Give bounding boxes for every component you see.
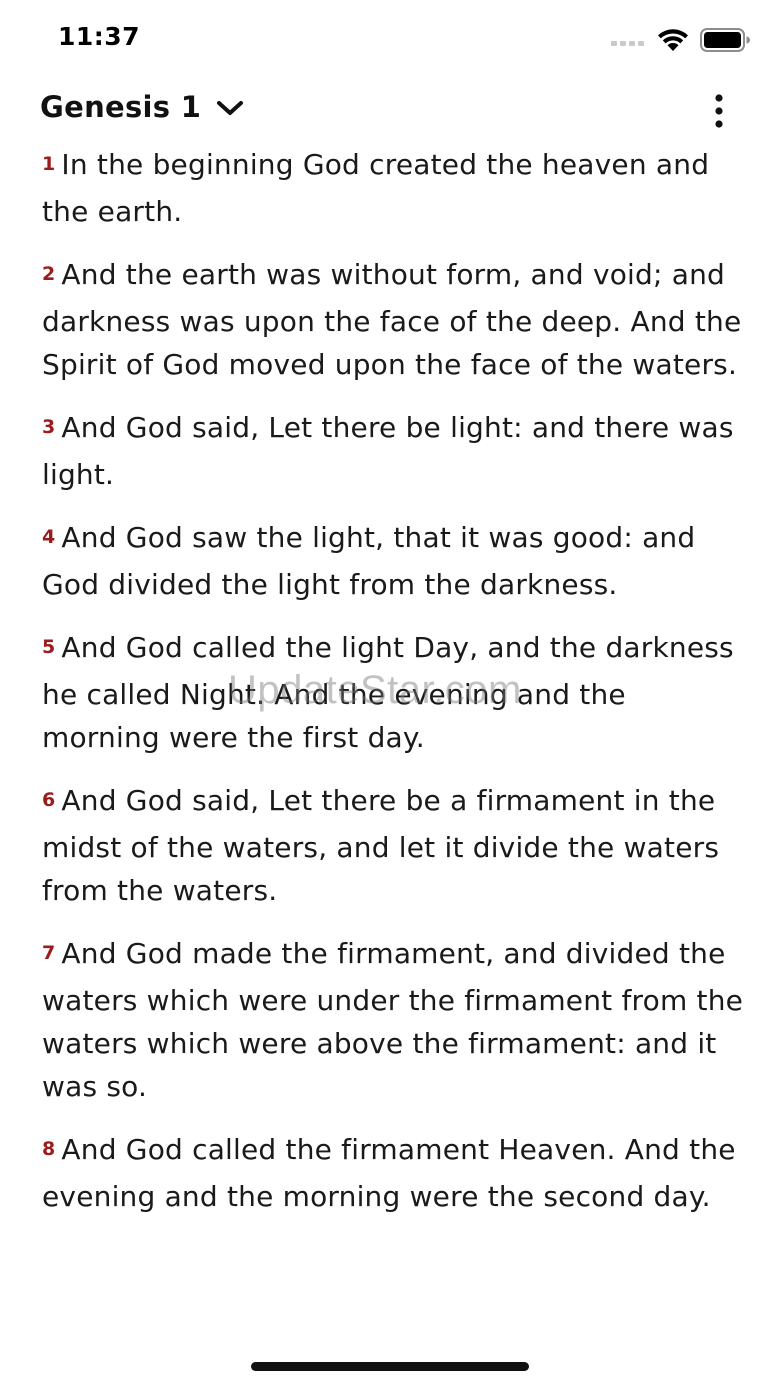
verse-number: 5 xyxy=(42,636,56,658)
book-chapter-title: Genesis 1 xyxy=(40,90,202,124)
verse[interactable]: 3 And God said, Let there be light: and t… xyxy=(42,406,752,496)
cellular-signal-icon xyxy=(611,41,644,46)
more-vertical-icon[interactable] xyxy=(706,94,732,128)
verse-number: 6 xyxy=(42,789,56,811)
verse[interactable]: 1 In the beginning God created the heaven… xyxy=(42,143,752,233)
verse[interactable]: 2 And the earth was without form, and voi… xyxy=(42,253,752,386)
book-chapter-selector[interactable]: Genesis 1 xyxy=(40,90,245,124)
battery-icon xyxy=(700,28,750,52)
chevron-down-icon xyxy=(217,101,244,115)
verse[interactable]: 7 And God made the firmament, and divided… xyxy=(42,932,752,1108)
verse-number: 4 xyxy=(42,526,56,548)
verse-text: And God saw the light, that it was good:… xyxy=(42,521,696,601)
verse-text: And God called the firmament Heaven. And… xyxy=(42,1133,736,1213)
verse-text: And the earth was without form, and void… xyxy=(42,258,742,381)
verse-text: And God said, Let there be a firmament i… xyxy=(42,784,720,907)
wifi-icon xyxy=(658,29,688,51)
verse[interactable]: 4 And God saw the light, that it was good… xyxy=(42,516,752,606)
verse-number: 1 xyxy=(42,153,56,175)
verse-number: 2 xyxy=(42,263,56,285)
verse-text: And God made the firmament, and divided … xyxy=(42,937,744,1103)
scripture-content: 1 In the beginning God created the heaven… xyxy=(42,143,752,1238)
verse-number: 7 xyxy=(42,942,56,964)
verse[interactable]: 8 And God called the firmament Heaven. An… xyxy=(42,1128,752,1218)
verse-text: In the beginning God created the heaven … xyxy=(42,148,710,228)
verse-text: And God called the light Day, and the da… xyxy=(42,631,734,754)
home-indicator[interactable] xyxy=(251,1362,529,1371)
verse-number: 3 xyxy=(42,416,56,438)
verse-text: And God said, Let there be light: and th… xyxy=(42,411,734,491)
app-header: Genesis 1 xyxy=(0,84,780,140)
verse[interactable]: 5 And God called the light Day, and the d… xyxy=(42,626,752,759)
status-time: 11:37 xyxy=(58,22,141,51)
verse[interactable]: 6 And God said, Let there be a firmament … xyxy=(42,779,752,912)
status-bar: 11:37 xyxy=(0,0,780,80)
verse-number: 8 xyxy=(42,1138,56,1160)
